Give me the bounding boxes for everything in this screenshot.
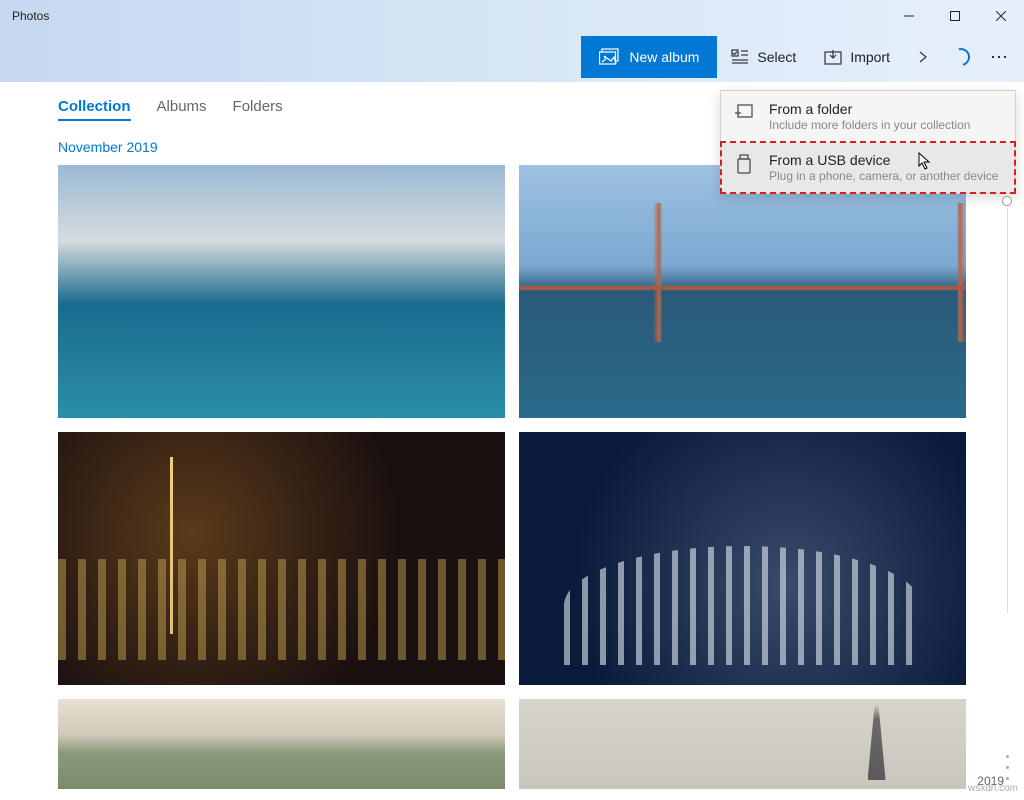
select-button[interactable]: Select bbox=[717, 36, 810, 78]
tab-collection[interactable]: Collection bbox=[58, 98, 131, 121]
new-album-label: New album bbox=[629, 49, 699, 65]
select-icon bbox=[731, 49, 749, 65]
import-button[interactable]: Import bbox=[810, 36, 904, 78]
import-label: Import bbox=[850, 49, 890, 65]
loading-spinner-icon bbox=[949, 45, 974, 70]
timeline-scrollbar[interactable] bbox=[1002, 196, 1012, 780]
timeline-dot bbox=[1006, 755, 1009, 758]
import-icon bbox=[824, 49, 842, 65]
select-label: Select bbox=[757, 49, 796, 65]
timeline-marks bbox=[1006, 755, 1009, 780]
more-icon: ⋯ bbox=[990, 47, 1010, 68]
titlebar: Photos bbox=[0, 0, 1024, 32]
photo-thumbnail[interactable] bbox=[58, 432, 505, 685]
cursor-icon bbox=[918, 152, 932, 170]
app-title: Photos bbox=[12, 9, 49, 23]
timeline-handle[interactable] bbox=[1002, 196, 1012, 206]
import-usb-subtitle: Plug in a phone, camera, or another devi… bbox=[769, 169, 1001, 183]
import-from-folder[interactable]: From a folder Include more folders in yo… bbox=[721, 91, 1015, 142]
window-controls bbox=[886, 0, 1024, 32]
photo-thumbnail[interactable] bbox=[58, 165, 505, 418]
new-album-button[interactable]: New album bbox=[581, 36, 717, 78]
overflow-chevron-button[interactable] bbox=[904, 36, 942, 78]
photo-grid bbox=[0, 165, 1024, 789]
timeline-dot bbox=[1006, 766, 1009, 769]
import-menu: From a folder Include more folders in yo… bbox=[720, 90, 1016, 194]
import-folder-subtitle: Include more folders in your collection bbox=[769, 118, 1001, 132]
folder-add-icon bbox=[735, 101, 755, 126]
close-button[interactable] bbox=[978, 0, 1024, 32]
import-folder-title: From a folder bbox=[769, 101, 1001, 117]
new-album-icon bbox=[599, 48, 619, 66]
more-button[interactable]: ⋯ bbox=[980, 36, 1020, 78]
photo-thumbnail[interactable] bbox=[519, 432, 966, 685]
import-usb-title: From a USB device bbox=[769, 152, 1001, 168]
photo-thumbnail[interactable] bbox=[519, 699, 966, 789]
watermark: wsxdn.com bbox=[968, 783, 1018, 794]
photo-thumbnail[interactable] bbox=[519, 165, 966, 418]
tab-folders[interactable]: Folders bbox=[233, 98, 283, 121]
timeline-dot bbox=[1006, 777, 1009, 780]
photo-thumbnail[interactable] bbox=[58, 699, 505, 789]
chevron-right-icon bbox=[918, 50, 928, 64]
tab-albums[interactable]: Albums bbox=[157, 98, 207, 121]
toolbar: New album Select Import ⋯ bbox=[0, 32, 1024, 82]
import-from-usb[interactable]: From a USB device Plug in a phone, camer… bbox=[721, 142, 1015, 193]
maximize-button[interactable] bbox=[932, 0, 978, 32]
timeline-track bbox=[1007, 208, 1008, 613]
usb-device-icon bbox=[735, 152, 755, 179]
minimize-button[interactable] bbox=[886, 0, 932, 32]
